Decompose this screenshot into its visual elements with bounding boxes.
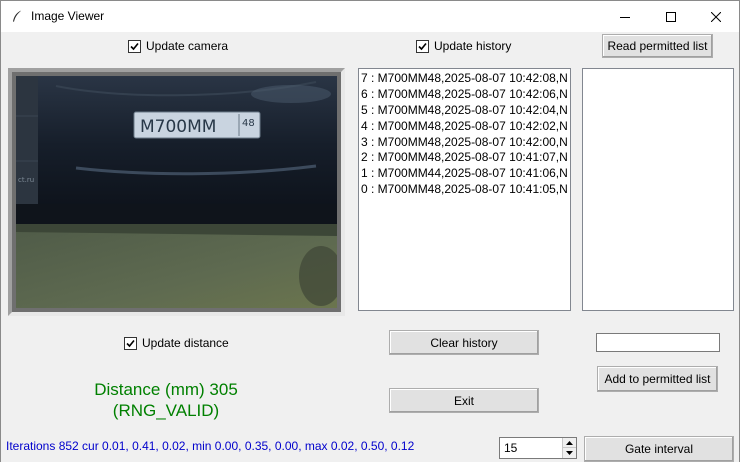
spin-arrows[interactable] bbox=[562, 438, 576, 458]
history-item[interactable]: 6 : M700MM48,2025-08-07 10:42:06,N bbox=[359, 87, 570, 103]
update-distance-label: Update distance bbox=[142, 336, 229, 350]
checkbox-box[interactable] bbox=[124, 336, 137, 350]
iterations-status: Iterations 852 cur 0.01, 0.41, 0.02, min… bbox=[6, 439, 415, 453]
distance-value: Distance (mm) 305 bbox=[94, 380, 238, 399]
minimize-button[interactable] bbox=[602, 1, 648, 32]
history-listbox[interactable]: 7 : M700MM48,2025-08-07 10:42:08,N 6 : M… bbox=[358, 68, 571, 311]
gate-interval-value[interactable]: 15 bbox=[504, 441, 517, 455]
camera-image-frame: M700MM 48 ct.ru bbox=[8, 68, 345, 316]
clear-history-button[interactable]: Clear history bbox=[389, 330, 539, 355]
read-permitted-list-button[interactable]: Read permitted list bbox=[602, 34, 713, 58]
watermark-text: ct.ru bbox=[18, 176, 34, 184]
client-area: Update camera Update history Read permit… bbox=[1, 32, 739, 462]
distance-status: (RNG_VALID) bbox=[112, 401, 220, 420]
spin-down-icon[interactable] bbox=[563, 448, 576, 458]
update-history-checkbox[interactable]: Update history bbox=[416, 39, 511, 53]
spin-up-icon[interactable] bbox=[563, 438, 576, 448]
history-item[interactable]: 2 : M700MM48,2025-08-07 10:41:07,N bbox=[359, 150, 570, 166]
camera-image: M700MM 48 ct.ru bbox=[16, 76, 337, 308]
maximize-button[interactable] bbox=[648, 1, 694, 32]
update-distance-checkbox[interactable]: Update distance bbox=[124, 336, 229, 350]
license-plate: M700MM 48 bbox=[133, 111, 261, 139]
permitted-plate-input[interactable] bbox=[596, 333, 720, 352]
update-camera-label: Update camera bbox=[146, 39, 229, 53]
history-item[interactable]: 0 : M700MM48,2025-08-07 10:41:05,N bbox=[359, 182, 570, 198]
exit-button[interactable]: Exit bbox=[389, 388, 539, 413]
gate-interval-spinbox[interactable]: 15 bbox=[499, 437, 577, 459]
plate-region: 48 bbox=[242, 118, 255, 129]
close-icon bbox=[711, 11, 721, 22]
maximize-icon bbox=[666, 11, 676, 22]
image-viewer-window: Image Viewer Update camera Update histor… bbox=[0, 0, 740, 462]
close-button[interactable] bbox=[693, 1, 739, 32]
history-item[interactable]: 1 : M700MM44,2025-08-07 10:41:06,N bbox=[359, 166, 570, 182]
minimize-icon bbox=[620, 12, 630, 22]
plate-text: M700MM bbox=[140, 117, 216, 137]
history-item[interactable]: 3 : M700MM48,2025-08-07 10:42:00,N bbox=[359, 135, 570, 151]
permitted-listbox[interactable] bbox=[582, 68, 734, 311]
history-item[interactable]: 4 : M700MM48,2025-08-07 10:42:02,N bbox=[359, 119, 570, 135]
title-bar[interactable]: Image Viewer bbox=[1, 1, 739, 32]
checkbox-box[interactable] bbox=[128, 39, 141, 53]
feather-icon bbox=[10, 9, 24, 23]
distance-readout: Distance (mm) 305 (RNG_VALID) bbox=[41, 379, 291, 421]
checkbox-box[interactable] bbox=[416, 39, 429, 53]
add-to-permitted-list-button[interactable]: Add to permitted list bbox=[597, 366, 718, 392]
history-item[interactable]: 7 : M700MM48,2025-08-07 10:42:08,N bbox=[359, 71, 570, 87]
gate-interval-button[interactable]: Gate interval bbox=[584, 436, 734, 462]
window-title: Image Viewer bbox=[31, 9, 105, 23]
history-item[interactable]: 5 : M700MM48,2025-08-07 10:42:04,N bbox=[359, 103, 570, 119]
update-camera-checkbox[interactable]: Update camera bbox=[128, 39, 228, 53]
update-history-label: Update history bbox=[434, 39, 512, 53]
